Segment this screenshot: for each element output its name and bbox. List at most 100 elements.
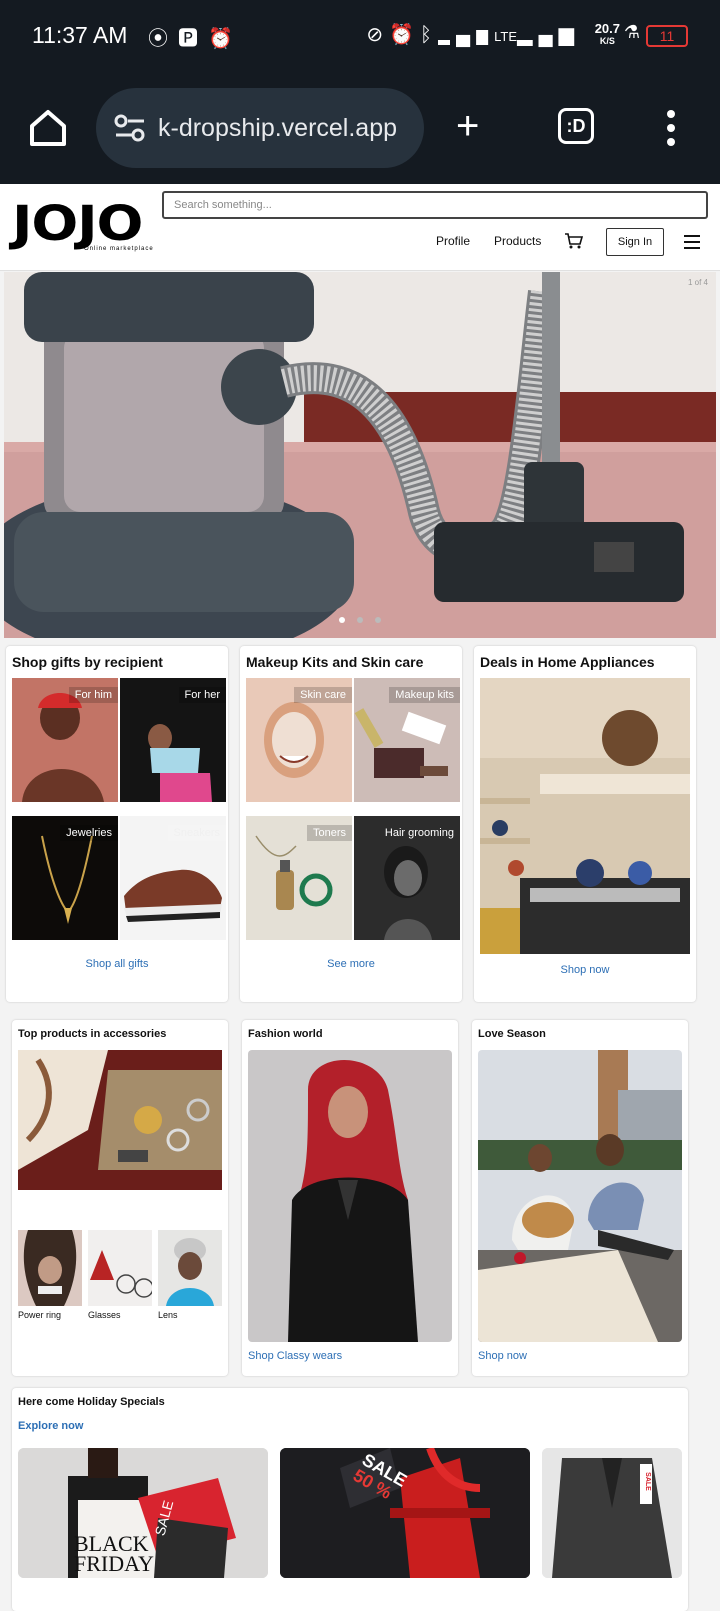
clock: 11:37 AM [32,22,128,48]
kitchen-image-tile[interactable] [480,678,690,954]
carousel-dot[interactable] [375,617,381,623]
nav-profile[interactable]: Profile [436,234,470,248]
caption-power-ring: Power ring [18,1310,62,1320]
coat-sale-tag: SALE [643,1472,651,1491]
glasses-image [88,1230,152,1306]
lens-tile[interactable] [158,1230,222,1306]
card-fashion: Fashion world Shop Classy wears [242,1020,458,1376]
holiday-tile-black-friday[interactable]: BLACK FRIDAY SALE [18,1448,268,1578]
coat-image [542,1448,682,1578]
tile-skin-care[interactable]: Skin care [246,678,352,802]
tile-toners[interactable]: Toners [246,816,352,940]
accessories-image-tile[interactable] [18,1050,222,1190]
lens-image [158,1230,222,1306]
card-appliances: Deals in Home Appliances Shop now [474,646,696,1002]
network-speed: 20.7 K/S [595,22,620,48]
caption-lens: Lens [158,1310,178,1320]
tile-label: Hair grooming [384,827,454,839]
card-makeup: Makeup Kits and Skin care Skin care Make… [240,646,462,1002]
status-bar: 11:37 AM ⦿🅿⏰ ⊘⏰ᛒ▂▄▆LTE▂▄▆ 20.7 K/S ⚗ 11 [0,0,720,72]
notification-icons: ⦿🅿⏰ [148,22,243,51]
home-icon[interactable] [26,106,70,150]
hero-carousel[interactable]: 1 of 4 [4,272,716,638]
browser-menu-icon[interactable] [664,106,678,150]
new-tab-icon[interactable]: + [456,106,479,146]
kitchen-image [480,678,690,954]
card-holiday-specials: Here come Holiday Specials Explore now B… [12,1388,688,1611]
speed-value: 20.7 [594,21,620,36]
explore-now-link[interactable]: Explore now [18,1420,83,1432]
parking-icon: 🅿 [178,28,208,50]
bluetooth-icon: ᛒ [420,24,438,46]
power-ring-image [18,1230,82,1306]
logo-mark: JOJO [12,196,143,252]
glasses-tile[interactable] [88,1230,152,1306]
card-gifts: Shop gifts by recipient For him For her [6,646,228,1002]
slide-counter: 1 of 4 [687,278,708,287]
tab-switcher-icon[interactable]: :D [558,108,594,144]
shop-now-link[interactable]: Shop now [478,1350,527,1362]
search-input[interactable]: Search something... [162,191,708,219]
friday-text: FRIDAY [74,1551,154,1576]
dnd-icon: ⊘ [366,24,390,46]
alarm-icon: ⏰ [389,24,420,46]
alarm-icon: ⏰ [208,28,243,50]
tile-for-him[interactable]: For him [12,678,118,802]
accessories-image [18,1050,222,1190]
sale-gift-image [280,1448,530,1578]
shop-all-gifts-link[interactable]: Shop all gifts [6,958,228,970]
carousel-dot[interactable] [357,617,363,623]
signal-icon: ▂▄▆ [438,24,495,46]
tile-label: Jewelries [60,825,118,841]
network-type: LTE [494,29,518,44]
card-title: Top products in accessories [18,1028,167,1040]
battery-icon: 11 [646,25,688,47]
holiday-tile-coat[interactable]: SALE [542,1448,682,1578]
nav-products[interactable]: Products [494,234,541,248]
fashion-image-tile[interactable] [248,1050,452,1342]
card-title: Shop gifts by recipient [12,654,163,670]
address-bar[interactable]: k-dropship.vercel.app [96,88,424,168]
shop-classy-wears-link[interactable]: Shop Classy wears [248,1350,342,1362]
carousel-dot[interactable] [339,617,345,623]
shop-now-link[interactable]: Shop now [474,964,696,976]
card-accessories: Top products in accessories Power ring G… [12,1020,228,1376]
vacuum-cleaner-image [4,272,716,638]
hotspot-icon: ⦿ [148,28,178,50]
card-title: Makeup Kits and Skin care [246,654,424,670]
carousel-dots[interactable] [4,610,716,628]
cart-icon[interactable] [564,232,584,250]
holiday-tile-sale-gifts[interactable]: SALE 50 % [280,1448,530,1578]
couple-image [478,1050,682,1342]
url-text: k-dropship.vercel.app [158,114,398,142]
caption-glasses: Glasses [88,1310,121,1320]
fashion-model-image [248,1050,452,1342]
tile-label: For him [68,687,118,703]
tile-makeup-kits[interactable]: Makeup kits [354,678,460,802]
speed-unit: K/S [599,36,615,46]
tile-for-her[interactable]: For her [120,678,226,802]
logo[interactable]: JOJO Online marketplace [12,200,154,252]
tile-label: For her [178,687,226,703]
tile-label: Makeup kits [389,687,460,703]
tile-label: Toners [306,825,352,841]
tile-hair-grooming[interactable]: Hair grooming [354,816,460,940]
tile-jewelries[interactable]: Jewelries [12,816,118,940]
love-image-tile[interactable] [478,1050,682,1342]
card-title: Deals in Home Appliances [480,654,655,670]
tile-sneakers[interactable]: Sneakers [120,816,226,940]
tile-label: Skin care [294,687,352,703]
site-header: JOJO Online marketplace Search something… [0,184,720,271]
tile-label: Sneakers [167,825,226,841]
card-title: Here come Holiday Specials [18,1396,165,1408]
card-title: Love Season [478,1028,546,1040]
card-love-season: Love Season Shop now [472,1020,688,1376]
webpage: JOJO Online marketplace Search something… [0,184,720,1611]
site-settings-icon[interactable] [114,114,146,142]
hamburger-menu-icon[interactable] [684,235,700,249]
sign-in-button[interactable]: Sign In [606,228,664,256]
power-ring-tile[interactable] [18,1230,82,1306]
see-more-link[interactable]: See more [240,958,462,970]
browser-toolbar: k-dropship.vercel.app + :D [0,72,720,184]
black-friday-text: BLACK FRIDAY [74,1533,154,1576]
